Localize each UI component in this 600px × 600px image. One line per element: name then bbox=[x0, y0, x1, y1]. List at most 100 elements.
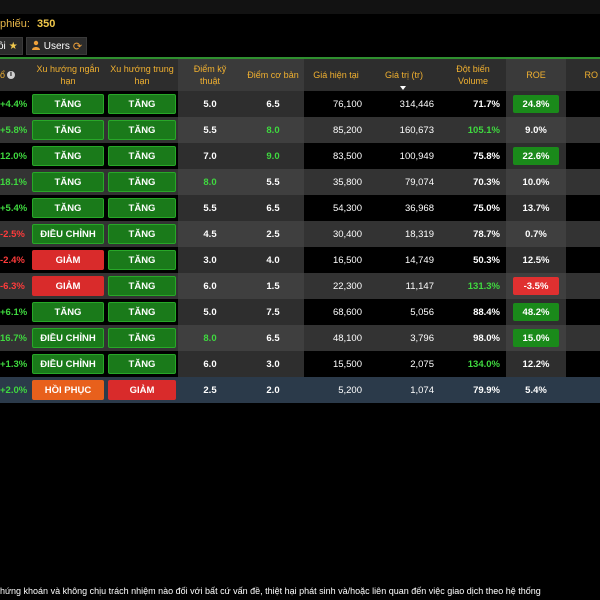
value-cell: 14,749 bbox=[404, 254, 434, 266]
short-trend-badge[interactable]: TĂNG bbox=[32, 302, 104, 322]
mid-trend-cell: TĂNG bbox=[106, 143, 178, 169]
table-body: +4.4% TĂNG TĂNG 5.0 6.5 76,100 314,446 71.7% 24.… bbox=[0, 91, 600, 403]
mid-trend-badge[interactable]: TĂNG bbox=[108, 146, 176, 166]
col-change[interactable]: ổ i bbox=[0, 59, 30, 91]
table-row[interactable]: +1.3% ĐIỀU CHỈNH TĂNG 6.0 3.0 15,500 2,075 134.… bbox=[0, 351, 600, 377]
short-trend-badge[interactable]: GIẢM bbox=[32, 250, 104, 270]
table-row[interactable]: 16.7% ĐIỀU CHỈNH TĂNG 8.0 6.5 48,100 3,796 98.0… bbox=[0, 325, 600, 351]
short-trend-cell: TĂNG bbox=[30, 91, 106, 117]
fund-score-cell: 9.0 bbox=[242, 143, 304, 169]
mid-trend-badge[interactable]: TĂNG bbox=[108, 94, 176, 114]
col-mid-trend[interactable]: Xu hướng trung hạn bbox=[106, 59, 178, 91]
price-cell: 15,500 bbox=[332, 358, 362, 370]
volume-spike-cell: 75.8% bbox=[473, 150, 500, 162]
short-trend-badge[interactable]: TĂNG bbox=[32, 120, 104, 140]
roe2-cell bbox=[566, 377, 600, 403]
table-row[interactable]: -2.4% GIẢM TĂNG 3.0 4.0 16,500 14,749 50.3% 12.5… bbox=[0, 247, 600, 273]
col-mid-trend-label: Xu hướng trung hạn bbox=[110, 63, 174, 86]
short-trend-badge[interactable]: ĐIỀU CHỈNH bbox=[32, 328, 104, 348]
fund-score-cell: 1.5 bbox=[242, 273, 304, 299]
mid-trend-cell: TĂNG bbox=[106, 221, 178, 247]
short-trend-badge[interactable]: GIẢM bbox=[32, 276, 104, 296]
tab-watchlist[interactable]: ồi ★ bbox=[0, 37, 23, 55]
short-trend-badge[interactable]: TĂNG bbox=[32, 198, 104, 218]
short-trend-badge[interactable]: TĂNG bbox=[32, 172, 104, 192]
change-cell: +5.4% bbox=[0, 202, 28, 214]
col-short-trend[interactable]: Xu hướng ngắn hạn bbox=[30, 59, 106, 91]
roe-cell: 15.0% bbox=[506, 325, 566, 351]
volume-spike-cell: 131.3% bbox=[467, 280, 500, 292]
col-price[interactable]: Giá hiện tại bbox=[304, 59, 368, 91]
roe-value: 9.0% bbox=[525, 124, 547, 136]
mid-trend-badge[interactable]: TĂNG bbox=[108, 354, 176, 374]
tech-score-cell: 5.5 bbox=[178, 195, 242, 221]
col-volume-spike[interactable]: Đột biến Volume bbox=[440, 59, 506, 91]
col-roe[interactable]: ROE bbox=[506, 59, 566, 91]
change-cell: +1.3% bbox=[0, 358, 28, 370]
roe-cell: -3.5% bbox=[506, 273, 566, 299]
change-cell: 12.0% bbox=[0, 150, 27, 162]
tab-watchlist-label: ồi bbox=[0, 40, 6, 52]
refresh-icon[interactable]: ⟳ bbox=[73, 40, 82, 53]
table-row[interactable]: 18.1% TĂNG TĂNG 8.0 5.5 35,800 79,074 70.3% 10.0… bbox=[0, 169, 600, 195]
tech-score-cell: 7.0 bbox=[178, 143, 242, 169]
change-cell: +4.4% bbox=[0, 98, 28, 110]
mid-trend-badge[interactable]: TĂNG bbox=[108, 302, 176, 322]
short-trend-badge[interactable]: ĐIỀU CHỈNH bbox=[32, 224, 104, 244]
short-trend-badge[interactable]: ĐIỀU CHỈNH bbox=[32, 354, 104, 374]
col-fund-score-label: Điểm cơ bản bbox=[247, 69, 299, 80]
table-row[interactable]: -6.3% GIẢM TĂNG 6.0 1.5 22,300 11,147 131.3% -3.… bbox=[0, 273, 600, 299]
table-row[interactable]: +5.8% TĂNG TĂNG 5.5 8.0 85,200 160,673 105.1% 9.… bbox=[0, 117, 600, 143]
table-row[interactable]: +6.1% TĂNG TĂNG 5.0 7.5 68,600 5,056 88.4% 48.2% bbox=[0, 299, 600, 325]
table-row[interactable]: +4.4% TĂNG TĂNG 5.0 6.5 76,100 314,446 71.7% 24.… bbox=[0, 91, 600, 117]
col-tech-score[interactable]: Điểm kỹ thuật bbox=[178, 59, 242, 91]
price-cell: 54,300 bbox=[332, 202, 362, 214]
fund-score-cell: 6.5 bbox=[242, 325, 304, 351]
tech-score-cell: 6.0 bbox=[178, 273, 242, 299]
change-cell: +6.1% bbox=[0, 306, 28, 318]
col-short-trend-label: Xu hướng ngắn hạn bbox=[36, 63, 100, 86]
col-price-label: Giá hiện tại bbox=[313, 69, 359, 80]
roe-value: 13.7% bbox=[522, 202, 550, 214]
value-cell: 1,074 bbox=[410, 384, 434, 396]
mid-trend-badge[interactable]: TĂNG bbox=[108, 224, 176, 244]
table-row[interactable]: +2.0% HỒI PHỤC GIẢM 2.5 2.0 5,200 1,074 79.9% 5.… bbox=[0, 377, 600, 403]
sort-desc-icon[interactable] bbox=[400, 86, 406, 90]
col-roe2[interactable]: RO bbox=[566, 59, 600, 91]
short-trend-cell: ĐIỀU CHỈNH bbox=[30, 325, 106, 351]
roe-cell: 10.0% bbox=[506, 169, 566, 195]
top-bar bbox=[0, 0, 600, 14]
table-row[interactable]: -2.5% ĐIỀU CHỈNH TĂNG 4.5 2.5 30,400 18,319 78.… bbox=[0, 221, 600, 247]
value-cell: 11,147 bbox=[405, 280, 434, 292]
short-trend-badge[interactable]: TĂNG bbox=[32, 94, 104, 114]
short-trend-cell: TĂNG bbox=[30, 299, 106, 325]
mid-trend-badge[interactable]: TĂNG bbox=[108, 276, 176, 296]
mid-trend-badge[interactable]: GIẢM bbox=[108, 380, 176, 400]
price-cell: 85,200 bbox=[332, 124, 362, 136]
roe-value: 12.2% bbox=[522, 358, 550, 370]
mid-trend-badge[interactable]: TĂNG bbox=[108, 120, 176, 140]
mid-trend-cell: TĂNG bbox=[106, 117, 178, 143]
table-row[interactable]: 12.0% TĂNG TĂNG 7.0 9.0 83,500 100,949 75.8% 22.… bbox=[0, 143, 600, 169]
price-cell: 48,100 bbox=[332, 332, 362, 344]
mid-trend-badge[interactable]: TĂNG bbox=[108, 172, 176, 192]
value-cell: 100,949 bbox=[399, 150, 434, 162]
fund-score-cell: 6.5 bbox=[242, 195, 304, 221]
tab-users[interactable]: Users ⟳ bbox=[25, 37, 88, 55]
change-cell: +2.0% bbox=[0, 384, 28, 396]
mid-trend-badge[interactable]: TĂNG bbox=[108, 198, 176, 218]
short-trend-badge[interactable]: TĂNG bbox=[32, 146, 104, 166]
value-cell: 2,075 bbox=[410, 358, 434, 370]
volume-spike-cell: 78.7% bbox=[473, 228, 500, 240]
mid-trend-badge[interactable]: TĂNG bbox=[108, 250, 176, 270]
info-icon[interactable]: i bbox=[7, 71, 16, 79]
roe2-cell bbox=[566, 325, 600, 351]
short-trend-badge[interactable]: HỒI PHỤC bbox=[32, 380, 104, 400]
mid-trend-badge[interactable]: TĂNG bbox=[108, 328, 176, 348]
table-row[interactable]: +5.4% TĂNG TĂNG 5.5 6.5 54,300 36,968 75.0% 13.7… bbox=[0, 195, 600, 221]
tech-score-cell: 8.0 bbox=[178, 169, 242, 195]
roe2-cell bbox=[566, 117, 600, 143]
col-fund-score[interactable]: Điểm cơ bản bbox=[242, 59, 304, 91]
volume-spike-cell: 70.3% bbox=[473, 176, 500, 188]
roe-cell: 22.6% bbox=[506, 143, 566, 169]
